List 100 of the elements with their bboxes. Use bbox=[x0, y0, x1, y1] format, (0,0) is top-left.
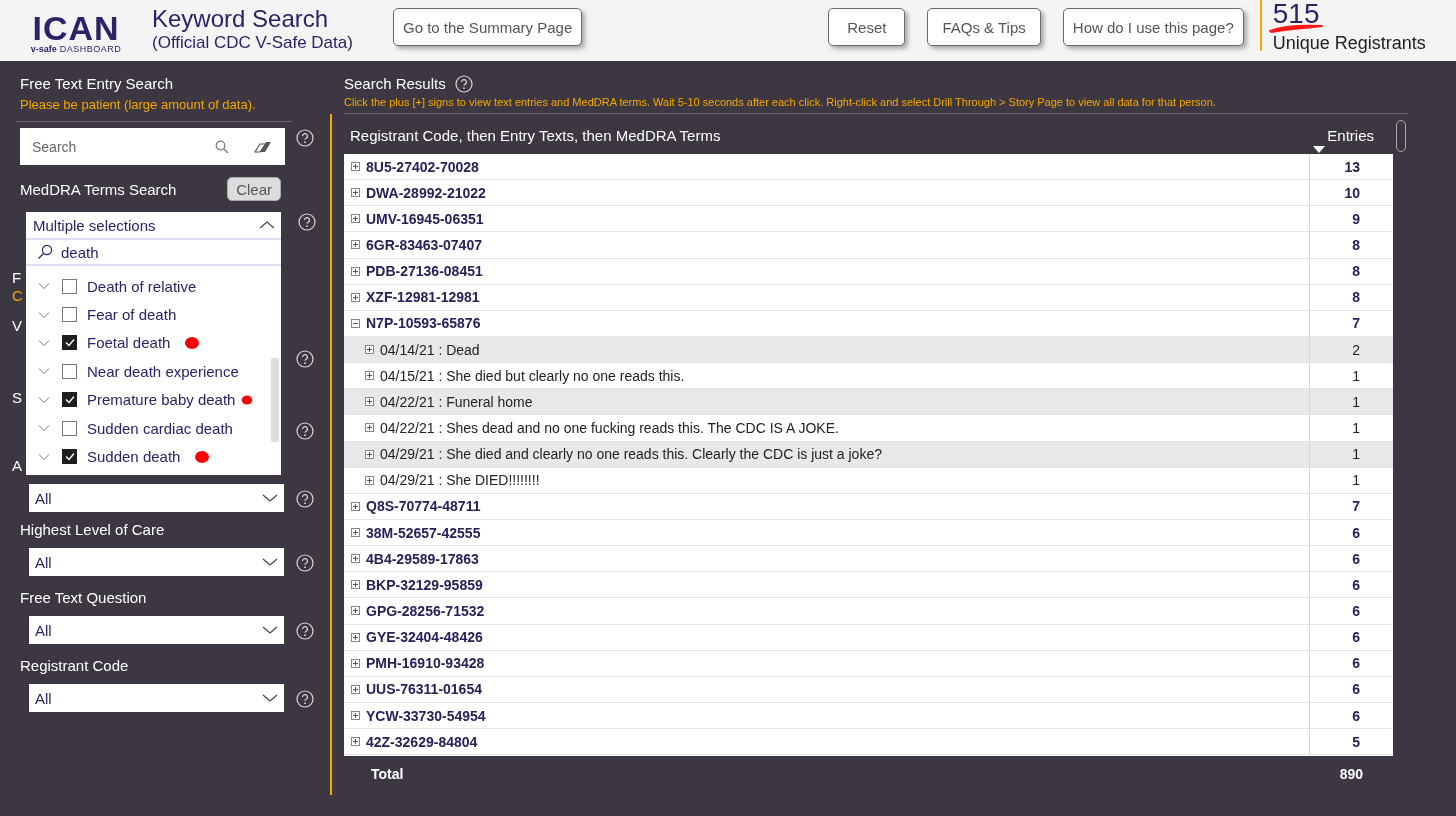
annotation-mark bbox=[184, 334, 201, 351]
expand-icon[interactable] bbox=[351, 580, 360, 590]
help-icon[interactable] bbox=[296, 349, 314, 368]
expand-icon[interactable] bbox=[351, 684, 360, 694]
table-cell: 6 bbox=[1352, 629, 1360, 646]
logo-tagline: DASHBOARD bbox=[59, 43, 122, 55]
expand-icon[interactable] bbox=[365, 397, 374, 407]
table-cell: 10 bbox=[1344, 184, 1360, 201]
checkbox[interactable] bbox=[62, 307, 77, 323]
nav-button[interactable]: FAQs & Tips bbox=[927, 8, 1041, 46]
nav-button[interactable]: How do I use this page? bbox=[1062, 8, 1244, 46]
help-icon[interactable] bbox=[296, 553, 314, 572]
nav-button[interactable]: Reset bbox=[828, 8, 906, 46]
expand-icon[interactable] bbox=[351, 658, 360, 668]
chevron-down-icon bbox=[262, 493, 278, 503]
table-cell: YCW-33730-54954 bbox=[366, 707, 486, 724]
table-cell: Q8S-70774-48711 bbox=[366, 498, 481, 515]
option-label[interactable]: Fear of death bbox=[87, 306, 177, 324]
search-icon[interactable] bbox=[215, 140, 229, 154]
table-cell: UMV-16945-06351 bbox=[366, 210, 484, 227]
checkbox[interactable] bbox=[62, 335, 77, 351]
table-cell: 6 bbox=[1352, 681, 1360, 698]
option-label[interactable]: Death of relative bbox=[87, 277, 197, 295]
expand-icon[interactable] bbox=[351, 240, 360, 250]
dropdown[interactable]: All bbox=[29, 684, 284, 712]
expand-icon[interactable] bbox=[351, 501, 360, 511]
eraser-icon[interactable] bbox=[254, 140, 272, 154]
dropdown[interactable]: All bbox=[29, 548, 284, 576]
dropdown-search-field[interactable]: death bbox=[26, 240, 281, 266]
table-cell: 6 bbox=[1352, 576, 1360, 593]
table-cell: 04/15/21 : She died but clearly no one reads this. bbox=[380, 367, 685, 384]
section-title: Search Results bbox=[344, 74, 446, 92]
option-label[interactable]: Sudden cardiac death bbox=[87, 419, 233, 437]
expand-icon[interactable] bbox=[351, 214, 360, 224]
table-cell: 6 bbox=[1352, 524, 1360, 541]
expand-icon[interactable] bbox=[351, 528, 360, 538]
expand-icon[interactable] bbox=[351, 162, 360, 172]
help-icon[interactable] bbox=[296, 421, 314, 440]
help-icon[interactable] bbox=[296, 129, 314, 147]
table-cell: 04/14/21 : Dead bbox=[380, 341, 480, 358]
annotation-mark bbox=[194, 448, 211, 465]
expand-icon[interactable] bbox=[351, 292, 360, 302]
table-cell: 6 bbox=[1352, 550, 1360, 567]
option-label[interactable]: Sudden death bbox=[87, 448, 181, 466]
expand-icon[interactable] bbox=[351, 266, 360, 276]
registrant-count: 515 bbox=[1272, 0, 1320, 28]
table-cell: 8 bbox=[1352, 237, 1360, 253]
expand-icon[interactable] bbox=[351, 737, 360, 747]
expand-icon[interactable] bbox=[365, 371, 374, 381]
expand-icon[interactable] bbox=[351, 632, 360, 642]
scrollbar-thumb[interactable] bbox=[1396, 120, 1406, 152]
search-field[interactable]: Search bbox=[20, 128, 285, 165]
help-icon[interactable] bbox=[296, 489, 314, 508]
chevron-down-icon bbox=[262, 557, 278, 567]
expand-icon[interactable] bbox=[351, 606, 360, 616]
dropdown[interactable]: All bbox=[29, 484, 284, 512]
table-cell: 2 bbox=[1352, 341, 1360, 358]
logo-wordmark: ICAN bbox=[32, 13, 120, 43]
registrant-label: Unique Registrants bbox=[1272, 32, 1426, 54]
instructions-text: Click the plus [+] signs to view text entries and MedDRA terms. Wait 5-10 seconds after each click. Right-click and select Drill Through > Story Page to view all data for that person. bbox=[344, 95, 1217, 109]
scrollbar-thumb[interactable] bbox=[271, 358, 279, 442]
help-icon[interactable] bbox=[298, 213, 316, 231]
section-title: Free Text Entry Search bbox=[20, 75, 175, 93]
expand-icon[interactable] bbox=[365, 345, 374, 355]
table-cell: 6 bbox=[1352, 707, 1360, 724]
expand-icon[interactable] bbox=[365, 449, 374, 459]
chevron-down-icon bbox=[262, 625, 278, 635]
column-header[interactable]: Registrant Code, then Entry Texts, then MedDRA Terms bbox=[344, 126, 721, 144]
table-cell: PDB-27136-08451 bbox=[366, 263, 483, 280]
help-icon[interactable] bbox=[454, 74, 473, 93]
help-icon[interactable] bbox=[296, 621, 314, 640]
filter-label: Free Text Question bbox=[20, 588, 148, 608]
checkbox[interactable] bbox=[62, 278, 77, 294]
clear-button[interactable]: Clear bbox=[227, 177, 281, 201]
expand-icon[interactable] bbox=[351, 188, 360, 198]
checkbox[interactable] bbox=[62, 420, 77, 436]
multi-select-dropdown[interactable]: Multiple selections bbox=[26, 212, 281, 240]
table-cell: 04/22/21 : Funeral home bbox=[380, 393, 533, 410]
expand-icon[interactable] bbox=[365, 423, 374, 433]
option-label[interactable]: Foetal death bbox=[87, 334, 171, 352]
expand-icon[interactable] bbox=[365, 475, 374, 485]
table-cell: N7P-10593-65876 bbox=[366, 315, 481, 332]
table-cell: 1 bbox=[1352, 446, 1360, 463]
checkbox[interactable] bbox=[62, 392, 77, 408]
dropdown[interactable]: All bbox=[29, 616, 284, 644]
collapse-icon[interactable] bbox=[351, 318, 360, 328]
expand-icon[interactable] bbox=[351, 554, 360, 564]
section-note: Please be patient (large amount of data). bbox=[20, 96, 257, 113]
table-cell: 4B4-29589-17863 bbox=[366, 550, 479, 567]
help-icon[interactable] bbox=[296, 689, 314, 708]
column-header[interactable]: Entries bbox=[1327, 126, 1374, 144]
expand-icon[interactable] bbox=[351, 711, 360, 720]
option-label[interactable]: Premature baby death bbox=[87, 391, 236, 409]
annotation-scribble bbox=[1266, 22, 1325, 34]
option-label[interactable]: Near death experience bbox=[87, 362, 239, 380]
checkbox[interactable] bbox=[62, 449, 77, 465]
checkbox[interactable] bbox=[62, 363, 77, 379]
chevron-up-icon bbox=[259, 220, 275, 230]
nav-button[interactable]: Go to the Summary Page bbox=[393, 8, 583, 46]
table-cell: 04/29/21 : She died and clearly no one reads this. Clearly the CDC is just a joke? bbox=[380, 446, 882, 463]
